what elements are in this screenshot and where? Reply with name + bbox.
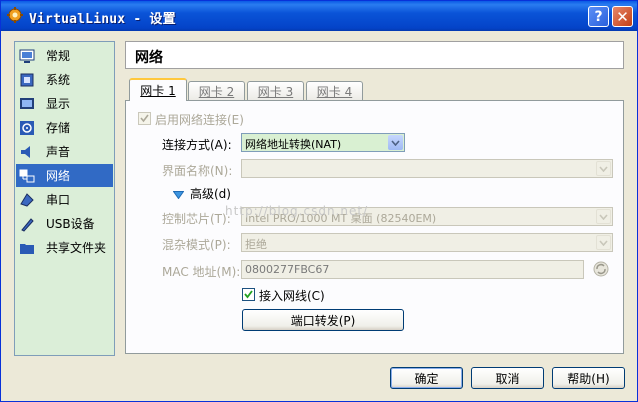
cancel-button[interactable]: 取消 xyxy=(471,367,544,389)
adapter-type-select[interactable]: Intel PRO/1000 MT 桌面 (82540EM) xyxy=(241,207,613,226)
sidebar-item-serial[interactable]: 串口 xyxy=(16,188,113,211)
sidebar-item-label: 显示 xyxy=(46,97,71,111)
help-button[interactable]: 帮助(H) xyxy=(552,367,625,389)
sidebar-item-label: 常规 xyxy=(46,49,71,63)
adapter-name-label: 界面名称(N): xyxy=(162,164,233,178)
expand-triangle-icon[interactable] xyxy=(172,188,185,202)
serial-port-icon xyxy=(19,192,35,208)
title-bar[interactable]: VirtualLinux - 设置 ? ✕ xyxy=(1,1,637,31)
sidebar-item-label: 网络 xyxy=(46,169,71,183)
attached-to-label: 连接方式(A): xyxy=(162,138,232,152)
cable-connected-checkbox[interactable] xyxy=(242,288,255,301)
chevron-down-icon xyxy=(596,235,611,250)
enable-adapter-label: 启用网络连接(E) xyxy=(155,113,244,127)
sidebar-item-shared-folders[interactable]: 共享文件夹 xyxy=(16,236,113,259)
gear-icon xyxy=(7,7,23,23)
sidebar-item-display[interactable]: 显示 xyxy=(16,92,113,115)
general-icon xyxy=(19,48,35,64)
promiscuous-mode-label: 混杂模式(P): xyxy=(162,238,231,252)
cable-connected-label: 接入网线(C) xyxy=(259,289,325,303)
chevron-down-icon xyxy=(388,135,403,150)
help-title-button[interactable]: ? xyxy=(588,6,609,27)
mac-address-label: MAC 地址(M): xyxy=(162,265,241,279)
window-title: VirtualLinux - 设置 xyxy=(29,12,176,27)
adapter-type-label: 控制芯片(T): xyxy=(162,212,231,226)
sidebar-item-storage[interactable]: 存储 xyxy=(16,116,113,139)
usb-icon xyxy=(19,216,35,232)
sidebar-item-label: 系统 xyxy=(46,73,71,87)
sidebar-item-usb[interactable]: USB设备 xyxy=(16,212,113,235)
settings-sidebar: 常规 系统 显示 存储 声音 网络 串口 USB设备 共享文件夹 xyxy=(14,41,115,356)
display-icon xyxy=(19,96,35,112)
tab-adapter-1[interactable]: 网卡 1 xyxy=(129,78,187,101)
sidebar-item-audio[interactable]: 声音 xyxy=(16,140,113,163)
promiscuous-mode-select[interactable]: 拒绝 xyxy=(241,233,613,252)
mac-address-field[interactable]: 0800277FBC67 xyxy=(241,260,584,279)
refresh-mac-icon[interactable] xyxy=(593,261,609,280)
advanced-toggle[interactable]: 高级(d) xyxy=(190,185,231,202)
sidebar-item-label: 声音 xyxy=(46,145,71,159)
sidebar-item-label: 串口 xyxy=(46,193,71,207)
tab-adapter-3[interactable]: 网卡 3 xyxy=(247,81,304,100)
sidebar-item-label: 共享文件夹 xyxy=(46,241,107,255)
page-title: 网络 xyxy=(135,50,163,66)
enable-adapter-checkbox[interactable] xyxy=(138,112,151,125)
storage-icon xyxy=(19,120,35,136)
sidebar-item-system[interactable]: 系统 xyxy=(16,68,113,91)
chevron-down-icon xyxy=(596,209,611,224)
tab-adapter-4[interactable]: 网卡 4 xyxy=(306,81,363,100)
tab-adapter-2[interactable]: 网卡 2 xyxy=(188,81,245,100)
settings-window: VirtualLinux - 设置 ? ✕ 常规 系统 显示 存储 声音 网络 xyxy=(0,0,638,402)
shared-folder-icon xyxy=(19,240,35,256)
chevron-down-icon xyxy=(596,161,611,176)
ok-button[interactable]: 确定 xyxy=(390,367,463,389)
audio-icon xyxy=(19,144,35,160)
close-button[interactable]: ✕ xyxy=(612,6,633,27)
sidebar-item-network[interactable]: 网络 xyxy=(16,164,113,187)
adapter-name-select[interactable] xyxy=(241,159,613,178)
page-header: 网络 xyxy=(125,41,624,69)
network-icon xyxy=(19,168,35,184)
system-icon xyxy=(19,72,35,88)
port-forwarding-button[interactable]: 端口转发(P) xyxy=(242,309,404,331)
attached-to-select[interactable]: 网络地址转换(NAT) xyxy=(241,133,405,152)
sidebar-item-label: 存储 xyxy=(46,121,71,135)
sidebar-item-label: USB设备 xyxy=(46,217,95,231)
sidebar-item-general[interactable]: 常规 xyxy=(16,44,113,67)
